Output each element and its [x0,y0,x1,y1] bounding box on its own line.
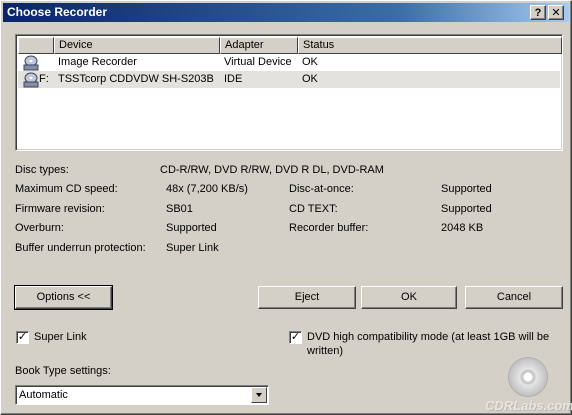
max-speed-value: 48x (7,200 KB/s) [166,183,248,195]
choose-recorder-dialog: Choose Recorder ? ✕ Device Adapter Statu… [0,0,572,415]
help-button[interactable]: ? [530,5,546,20]
column-header-adapter[interactable]: Adapter [220,37,298,54]
overburn-label: Overburn: [15,222,64,234]
recorder-buffer-value: 2048 KB [441,222,484,234]
dvd-compat-label-line2[interactable]: written) [307,345,343,357]
device-status: OK [302,73,318,85]
column-header-device[interactable]: Device [54,37,220,54]
buffer-protection-value: Super Link [166,242,219,254]
buffer-protection-label: Buffer underrun protection: [15,242,146,254]
close-button[interactable]: ✕ [548,5,564,20]
adapter-name: Virtual Device [224,56,292,68]
cdtext-value: Supported [441,203,492,215]
chevron-down-icon[interactable] [251,387,267,403]
book-type-value: Automatic [19,389,68,401]
title-bar: Choose Recorder ? ✕ [3,3,569,22]
list-row[interactable]: Image Recorder Virtual Device OK [18,54,560,71]
drive-letter: F: [39,73,49,85]
disc-icon [508,357,548,397]
watermark: CDRLabs.com [485,398,572,413]
device-name: TSSTcorp CDDVDW SH-S203B [58,73,214,85]
dvd-compat-checkbox[interactable]: ✓ [289,331,302,344]
column-header-icon[interactable] [18,37,54,54]
ok-button[interactable]: OK [361,286,457,309]
dvd-compat-label-line1[interactable]: DVD high compatibility mode (at least 1G… [307,331,549,343]
list-row[interactable]: F: TSSTcorp CDDVDW SH-S203B IDE OK [18,71,560,88]
firmware-label: Firmware revision: [15,203,105,215]
recorder-list[interactable]: Device Adapter Status Image Recorder Vir… [15,34,563,151]
overburn-value: Supported [166,222,217,234]
book-type-label: Book Type settings: [15,365,111,377]
cancel-button[interactable]: Cancel [465,286,563,309]
disc-types-label: Disc types: [15,164,69,176]
eject-button[interactable]: Eject [258,286,356,309]
firmware-value: SB01 [166,203,193,215]
cdtext-label: CD TEXT: [289,203,338,215]
dialog-title: Choose Recorder [7,5,108,19]
device-status: OK [302,56,318,68]
disc-types-value: CD-R/RW, DVD R/RW, DVD R DL, DVD-RAM [160,164,384,176]
super-link-label[interactable]: Super Link [34,331,87,343]
super-link-checkbox[interactable]: ✓ [16,331,29,344]
options-button[interactable]: Options << [14,285,113,310]
drive-icon [22,72,40,94]
column-header-status[interactable]: Status [298,37,562,54]
max-speed-label: Maximum CD speed: [15,183,118,195]
adapter-name: IDE [224,73,243,85]
dao-label: Disc-at-once: [289,183,354,195]
list-header: Device Adapter Status [18,37,562,54]
recorder-buffer-label: Recorder buffer: [289,222,369,234]
device-name: Image Recorder [58,56,137,68]
dao-value: Supported [441,183,492,195]
book-type-select[interactable]: Automatic [15,385,269,405]
